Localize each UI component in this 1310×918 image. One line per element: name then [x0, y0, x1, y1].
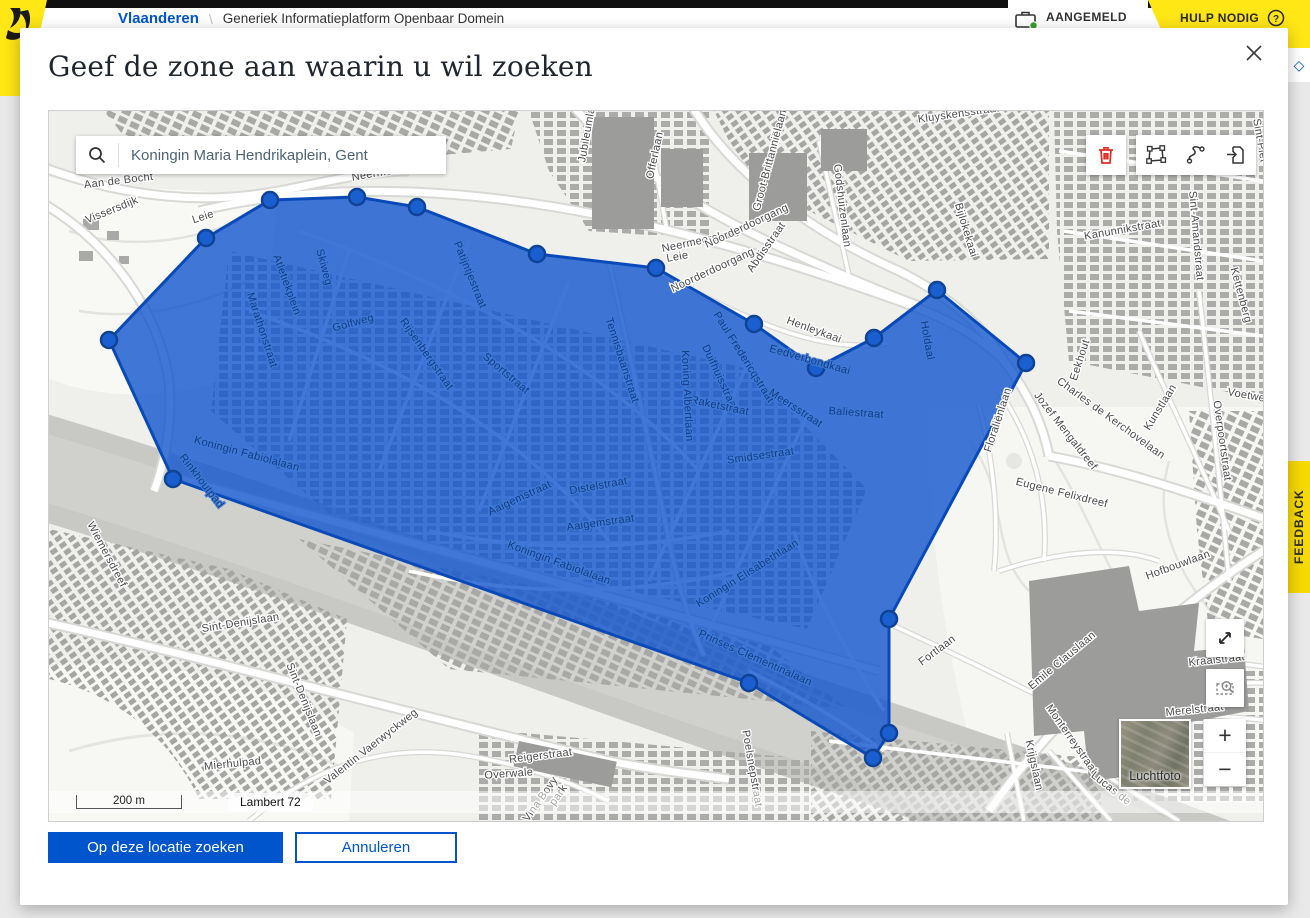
- svg-text:?: ?: [1273, 14, 1279, 25]
- zoom-in-button[interactable]: +: [1204, 719, 1246, 753]
- scroll-indicator[interactable]: ◇: [1288, 48, 1310, 82]
- zoom-controls: + −: [1204, 719, 1246, 786]
- zone-selection-modal: Geef de zone aan waarin u wil zoeken: [20, 28, 1288, 905]
- search-icon: [76, 143, 119, 167]
- zoom-out-button[interactable]: −: [1204, 753, 1246, 786]
- zone-vertex-handle[interactable]: [881, 725, 897, 741]
- scale-bar: 200 m: [76, 795, 182, 809]
- zone-vertex-handle[interactable]: [409, 199, 425, 215]
- delete-zone-button[interactable]: [1086, 135, 1126, 175]
- zone-vertex-handle[interactable]: [865, 750, 881, 766]
- zone-vertex-handle[interactable]: [198, 230, 214, 246]
- zone-vertex-handle[interactable]: [929, 282, 945, 298]
- brand-link[interactable]: Vlaanderen: [118, 10, 199, 27]
- zone-vertex-handle[interactable]: [881, 611, 897, 627]
- draw-polygon-icon: [1144, 143, 1168, 167]
- zone-vertex-handle[interactable]: [1018, 355, 1034, 371]
- help-label: HULP NODIG: [1180, 11, 1259, 25]
- zoom-box-icon: [1213, 676, 1237, 700]
- modal-title: Geef de zone aan waarin u wil zoeken: [48, 50, 593, 83]
- breadcrumb-app-title: Generiek Informatieplatform Openbaar Dom…: [223, 11, 504, 26]
- layer-switcher-luchtfoto[interactable]: Luchtfoto: [1119, 719, 1191, 789]
- zone-vertex-handle[interactable]: [165, 471, 181, 487]
- diamond-chevrons-icon: ◇: [1294, 58, 1305, 72]
- layer-switcher-label: Luchtfoto: [1129, 769, 1180, 787]
- draw-tools: [1136, 135, 1256, 175]
- zone-vertex-handle[interactable]: [746, 316, 762, 332]
- question-mark-icon: ?: [1267, 9, 1285, 27]
- fullscreen-icon: [1214, 627, 1236, 649]
- fullscreen-button[interactable]: [1206, 619, 1244, 657]
- draw-freehand-button[interactable]: [1176, 135, 1216, 175]
- breadcrumb: Vlaanderen \ Generiek Informatieplatform…: [118, 10, 504, 27]
- cancel-button[interactable]: Annuleren: [295, 832, 457, 863]
- search-input[interactable]: [119, 147, 446, 164]
- basemap: PatijntjestraatAtletiekpleinSkiwegMarath…: [49, 111, 1263, 821]
- draw-freehand-icon: [1184, 143, 1208, 167]
- import-file-button[interactable]: [1216, 135, 1256, 175]
- zoom-to-extent-button[interactable]: [1206, 669, 1244, 707]
- zone-vertex-handle[interactable]: [741, 675, 757, 691]
- map-search: [76, 136, 446, 174]
- zone-vertex-handle[interactable]: [349, 189, 365, 205]
- zone-vertex-handle[interactable]: [648, 260, 664, 276]
- zone-vertex-handle[interactable]: [101, 332, 117, 348]
- breadcrumb-separator: \: [209, 11, 213, 27]
- close-button[interactable]: [1242, 42, 1266, 66]
- trash-icon: [1094, 143, 1118, 167]
- import-file-icon: [1224, 143, 1248, 167]
- search-location-button[interactable]: Op deze locatie zoeken: [48, 832, 283, 863]
- map-attribution-bar: 200 m Lambert 72: [49, 791, 1263, 813]
- projection-label: Lambert 72: [228, 793, 313, 811]
- logged-in-label: AANGEMELD: [1046, 10, 1127, 24]
- zone-vertex-handle[interactable]: [529, 246, 545, 262]
- map-canvas[interactable]: PatijntjestraatAtletiekpleinSkiwegMarath…: [48, 110, 1264, 822]
- page: { "topbar": { "brand": "Vlaanderen", "se…: [0, 0, 1310, 918]
- zone-vertex-handle[interactable]: [866, 330, 882, 346]
- zone-vertex-handle[interactable]: [262, 192, 278, 208]
- briefcase-icon: [1014, 8, 1038, 30]
- close-icon: [1245, 44, 1263, 62]
- draw-polygon-button[interactable]: [1136, 135, 1176, 175]
- feedback-tab[interactable]: FEEDBACK: [1288, 461, 1310, 593]
